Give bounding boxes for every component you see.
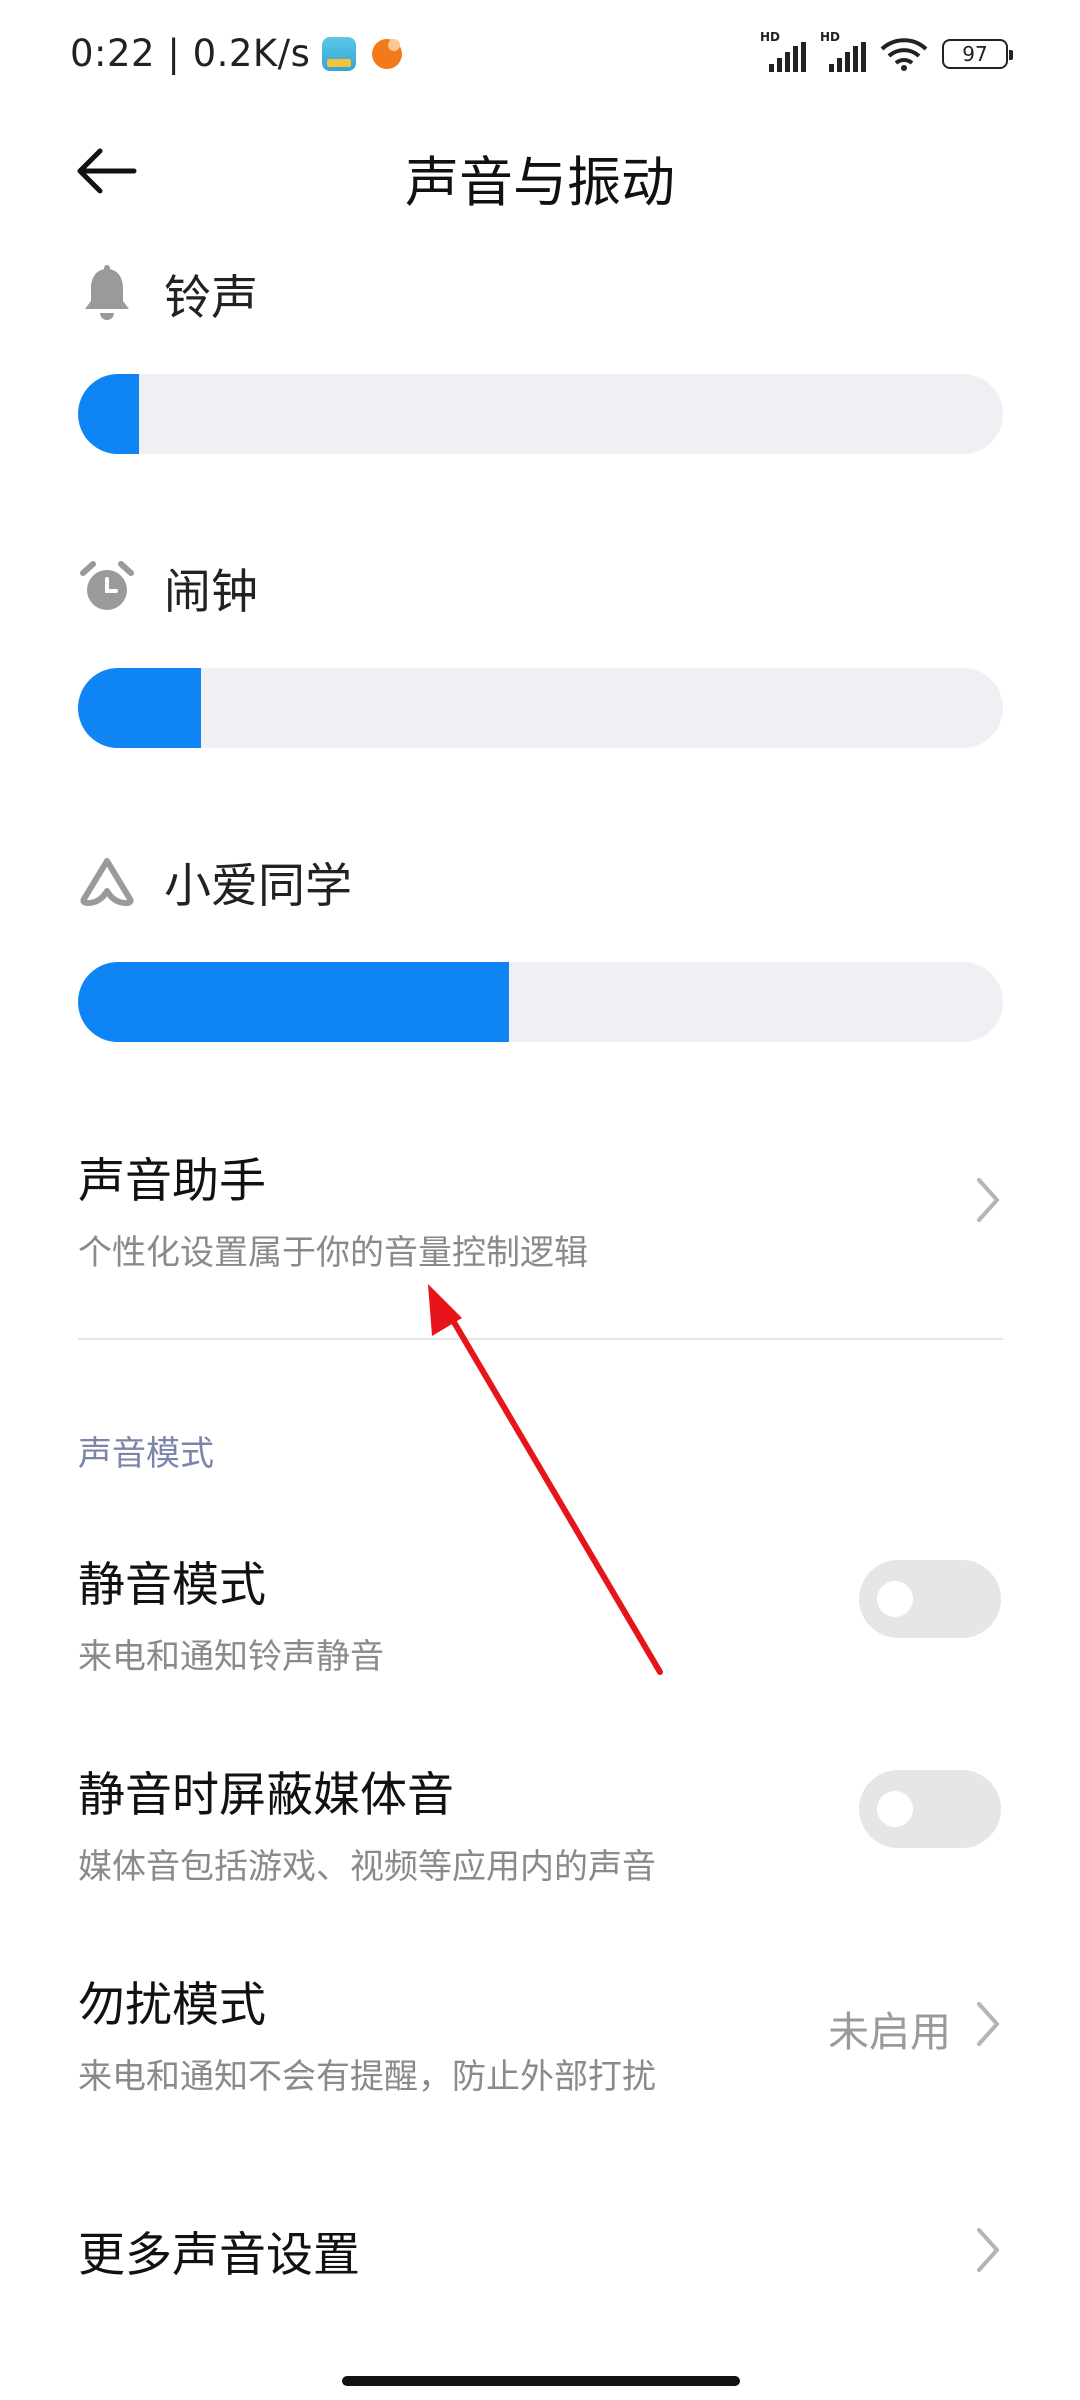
dnd-status: 未启用 (828, 2008, 951, 2056)
mute-mode-toggle[interactable] (859, 1560, 1001, 1638)
xiaoai-slider[interactable] (78, 962, 1003, 1042)
xiaoai-label: 小爱同学 (164, 858, 352, 914)
mute-mode-subtitle: 来电和通知铃声静音 (78, 1637, 384, 1677)
divider (78, 1338, 1003, 1340)
alarm-slider[interactable] (78, 668, 1003, 748)
chevron-right-icon (973, 1176, 1003, 1224)
toggle-knob (877, 1791, 913, 1827)
mute-mode-row[interactable]: 静音模式 来电和通知铃声静音 (78, 1546, 1003, 1686)
app-notification-icon (322, 36, 357, 71)
mute-media-row[interactable]: 静音时屏蔽媒体音 媒体音包括游戏、视频等应用内的声音 (78, 1756, 1003, 1896)
cellular-signal-icon: HD (820, 30, 866, 72)
status-left: 0:22 | 0.2K/s (70, 32, 403, 75)
battery-icon: 97 (942, 39, 1013, 69)
alarm-slider-fill (78, 668, 202, 748)
sound-mode-section-title: 声音模式 (78, 1434, 214, 1474)
chevron-right-icon (973, 2000, 1003, 2048)
ringtone-slider-fill (78, 374, 140, 454)
more-sound-settings-row[interactable]: 更多声音设置 (78, 2216, 1003, 2286)
xiaoai-volume: 小爱同学 (78, 846, 1003, 1042)
status-bar: 0:22 | 0.2K/s HD HD 97 (0, 0, 1080, 110)
mute-media-toggle[interactable] (859, 1770, 1001, 1848)
ringtone-volume: 铃声 (78, 258, 1003, 454)
home-indicator[interactable] (342, 2376, 740, 2386)
status-time: 0:22 | 0.2K/s (70, 32, 311, 75)
toggle-knob (877, 1581, 913, 1617)
header: 声音与振动 (0, 120, 1080, 220)
bell-icon (78, 264, 136, 322)
sound-assistant-subtitle: 个性化设置属于你的音量控制逻辑 (78, 1233, 588, 1273)
dnd-row[interactable]: 勿扰模式 来电和通知不会有提醒，防止外部打扰 未启用 (78, 1966, 1003, 2106)
page-title: 声音与振动 (405, 151, 675, 214)
alarm-label: 闹钟 (164, 564, 258, 620)
app-notification-icon (372, 38, 403, 69)
xiaoai-slider-fill (78, 962, 510, 1042)
chevron-right-icon (973, 2226, 1003, 2274)
wifi-icon (880, 37, 928, 71)
ringtone-label: 铃声 (164, 270, 258, 326)
mute-media-subtitle: 媒体音包括游戏、视频等应用内的声音 (78, 1847, 656, 1887)
sound-assistant-title: 声音助手 (78, 1154, 266, 1209)
alarm-volume: 闹钟 (78, 552, 1003, 748)
status-right: HD HD 97 (760, 30, 1013, 72)
ringtone-slider[interactable] (78, 374, 1003, 454)
sound-assistant-row[interactable]: 声音助手 个性化设置属于你的音量控制逻辑 (78, 1142, 1003, 1282)
cellular-signal-icon: HD (760, 30, 806, 72)
alarm-clock-icon (78, 558, 136, 616)
battery-level: 97 (962, 42, 988, 66)
xiaoai-icon (78, 852, 136, 910)
more-sound-settings-title: 更多声音设置 (78, 2228, 360, 2283)
